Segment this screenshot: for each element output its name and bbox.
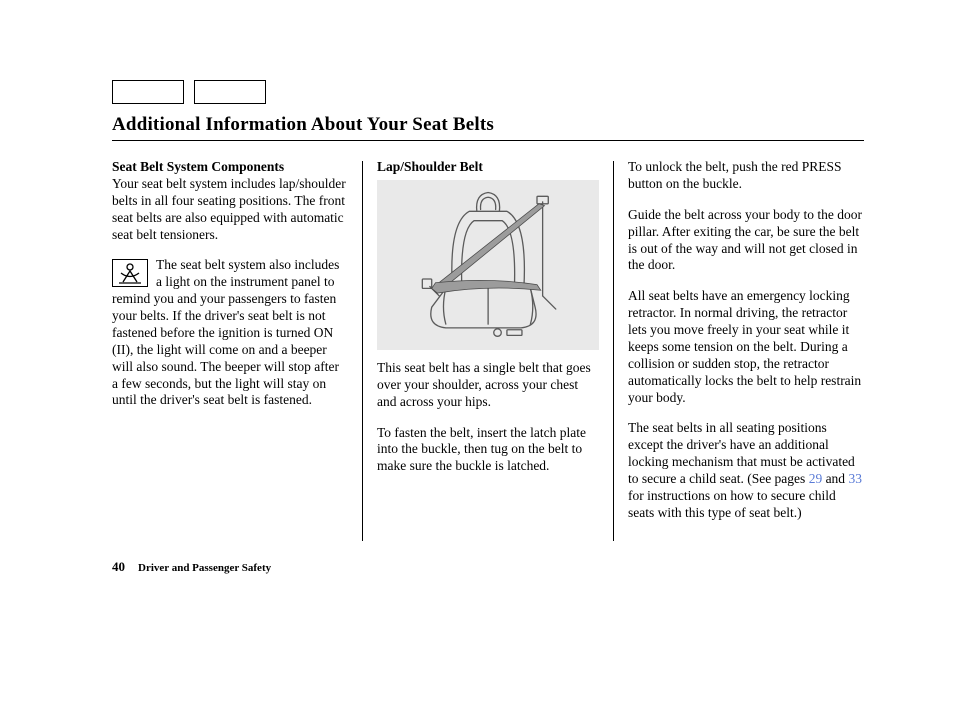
column-1: Seat Belt System Components Your seat be… (112, 159, 362, 541)
top-placeholder-boxes (112, 80, 864, 104)
section-block: Seat Belt System Components Your seat be… (112, 159, 348, 243)
page-title: Additional Information About Your Seat B… (112, 114, 494, 135)
section-heading: Seat Belt System Components (112, 159, 284, 174)
body-paragraph: The seat belt system also includes a lig… (112, 257, 348, 409)
column-2: Lap/Shoulder Belt (363, 159, 613, 541)
footer-section-label: Driver and Passenger Safety (138, 562, 271, 574)
body-paragraph: To unlock the belt, push the red PRESS b… (628, 159, 864, 193)
body-paragraph: To fasten the belt, insert the latch pla… (377, 425, 599, 476)
content-columns: Seat Belt System Components Your seat be… (112, 159, 864, 541)
body-paragraph: Guide the belt across your body to the d… (628, 207, 864, 275)
page-footer: 40 Driver and Passenger Safety (112, 559, 864, 575)
page-ref-link[interactable]: 29 (809, 471, 823, 486)
placeholder-box (194, 80, 266, 104)
body-paragraph: This seat belt has a single belt that go… (377, 360, 599, 411)
title-row: Additional Information About Your Seat B… (112, 114, 864, 141)
body-text: and (822, 471, 848, 486)
body-text: Your seat belt system includes lap/shoul… (112, 176, 346, 242)
section-heading: Lap/Shoulder Belt (377, 159, 599, 176)
seat-illustration (377, 180, 599, 350)
seatbelt-warning-icon (112, 259, 148, 287)
placeholder-box (112, 80, 184, 104)
column-3: To unlock the belt, push the red PRESS b… (614, 159, 864, 541)
body-text: for instructions on how to secure child … (628, 488, 836, 520)
page-ref-link[interactable]: 33 (848, 471, 862, 486)
page-number: 40 (112, 559, 125, 574)
body-paragraph: All seat belts have an emergency locking… (628, 288, 864, 406)
body-paragraph: The seat belts in all seating positions … (628, 420, 864, 521)
manual-page: Additional Information About Your Seat B… (0, 0, 954, 615)
